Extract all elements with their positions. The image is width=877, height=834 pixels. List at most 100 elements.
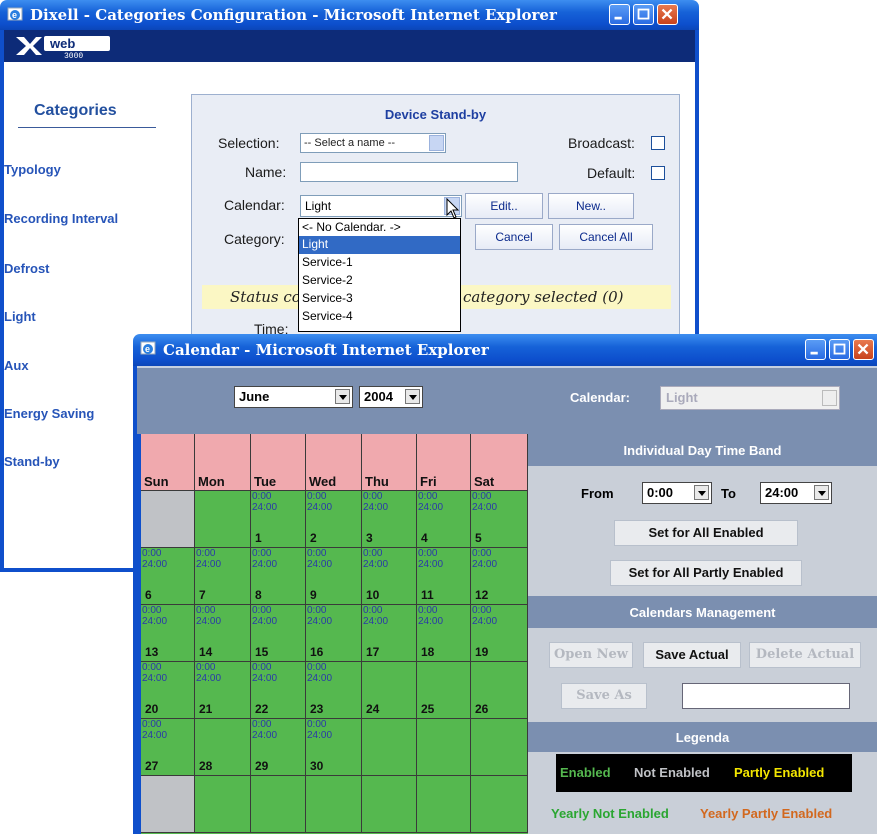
selection-label: Selection: [218, 135, 280, 151]
to-value: 24:00 [765, 485, 799, 500]
time-band-text: 0:00 24:00 [252, 719, 278, 741]
default-checkbox[interactable] [651, 166, 665, 180]
save-actual-button[interactable]: Save Actual [643, 642, 741, 668]
dropdown-option-selected[interactable]: Light [299, 236, 460, 254]
sidebar-item-defrost[interactable]: Defrost [4, 261, 50, 276]
day-header-label: Sat [474, 474, 495, 489]
mouse-pointer-icon [446, 198, 460, 219]
calendar-empty-cell [471, 719, 528, 776]
sidebar-item-recording-interval[interactable]: Recording Interval [4, 211, 118, 226]
day-number: 8 [255, 588, 262, 602]
maximize-button[interactable] [829, 339, 850, 360]
day-header-sat: Sat [471, 434, 528, 491]
new-button[interactable]: New.. [548, 193, 634, 219]
day-number: 10 [366, 588, 380, 602]
calendar-select[interactable]: Light [300, 195, 462, 217]
broadcast-checkbox[interactable] [651, 136, 665, 150]
day-number: 6 [145, 588, 152, 602]
cancel-button[interactable]: Cancel [475, 224, 553, 250]
time-band-text: 0:00 24:00 [418, 605, 444, 627]
save-as-input[interactable] [682, 683, 850, 709]
svg-text:3000: 3000 [64, 52, 83, 59]
close-button[interactable] [657, 4, 678, 25]
time-band-text: 0:00 24:00 [252, 548, 278, 570]
set-all-partly-enabled-button[interactable]: Set for All Partly Enabled [610, 560, 802, 586]
dropdown-option[interactable]: Service-4 [299, 308, 460, 326]
calendar-day-10[interactable]: 0:00 24:00 10 [362, 548, 417, 605]
calendar-day-1[interactable]: 0:00 24:00 1 [251, 491, 306, 548]
calendar-day-23[interactable]: 0:00 24:00 23 [306, 662, 362, 719]
calendar-empty-cell [195, 776, 251, 833]
day-number: 15 [255, 645, 269, 659]
calendar-select-disabled[interactable]: Light [660, 386, 840, 410]
day-number: 4 [421, 531, 428, 545]
minimize-button[interactable] [609, 4, 630, 25]
calendar-titlebar[interactable]: e Calendar - Microsoft Internet Explorer [133, 334, 877, 366]
calendar-day-25[interactable]: 25 [417, 662, 471, 719]
calendar-day-13[interactable]: 0:00 24:00 13 [141, 605, 195, 662]
from-select[interactable]: 0:00 [642, 482, 712, 504]
minimize-button[interactable] [805, 339, 826, 360]
status-text-right: category selected (0) [463, 288, 624, 306]
calendar-day-11[interactable]: 0:00 24:00 11 [417, 548, 471, 605]
cancel-all-button[interactable]: Cancel All [559, 224, 653, 250]
calendar-day-17[interactable]: 0:00 24:00 17 [362, 605, 417, 662]
calendar-day-21[interactable]: 0:00 24:00 21 [195, 662, 251, 719]
maximize-button[interactable] [633, 4, 654, 25]
calendar-day-3[interactable]: 0:00 24:00 3 [362, 491, 417, 548]
set-all-enabled-button[interactable]: Set for All Enabled [614, 520, 798, 546]
dropdown-option[interactable]: <- No Calendar. -> [299, 219, 460, 236]
form-section-title: Device Stand-by [384, 107, 487, 122]
sidebar-item-aux[interactable]: Aux [4, 358, 29, 373]
sidebar-item-light[interactable]: Light [4, 309, 36, 324]
sidebar-item-typology[interactable]: Typology [4, 162, 61, 177]
name-input[interactable] [300, 162, 518, 182]
edit-button[interactable]: Edit.. [465, 193, 543, 219]
calendar-day-18[interactable]: 0:00 24:00 18 [417, 605, 471, 662]
year-select[interactable]: 2004 [359, 386, 423, 408]
calendar-day-15[interactable]: 0:00 24:00 15 [251, 605, 306, 662]
calendar-day-4[interactable]: 0:00 24:00 4 [417, 491, 471, 548]
calendar-day-5[interactable]: 0:00 24:00 5 [471, 491, 528, 548]
day-number: 21 [199, 702, 213, 716]
calendar-day-19[interactable]: 0:00 24:00 19 [471, 605, 528, 662]
selection-select[interactable]: -- Select a name -- [300, 133, 446, 153]
calendar-day-9[interactable]: 0:00 24:00 9 [306, 548, 362, 605]
calendar-day-14[interactable]: 0:00 24:00 14 [195, 605, 251, 662]
calendar-day-22[interactable]: 0:00 24:00 22 [251, 662, 306, 719]
calendar-day-2[interactable]: 0:00 24:00 2 [306, 491, 362, 548]
default-label: Default: [587, 165, 636, 181]
calendar-day-30[interactable]: 0:00 24:00 30 [306, 719, 362, 776]
chevron-down-icon [429, 135, 444, 151]
dixell-titlebar[interactable]: e Dixell - Categories Configuration - Mi… [0, 0, 699, 30]
dropdown-option[interactable]: Service-2 [299, 272, 460, 290]
calendar-day-26[interactable]: 26 [471, 662, 528, 719]
calendar-day-6[interactable]: 0:00 24:00 6 [141, 548, 195, 605]
calendar-day-28[interactable]: 28 [195, 719, 251, 776]
delete-actual-button[interactable]: Delete Actual [749, 642, 861, 668]
calendar-empty-cell [417, 776, 471, 833]
calendar-day-24[interactable]: 24 [362, 662, 417, 719]
close-button[interactable] [853, 339, 874, 360]
calendar-day-12[interactable]: 0:00 24:00 12 [471, 548, 528, 605]
dropdown-option[interactable]: Service-1 [299, 254, 460, 272]
time-band-text: 0:00 24:00 [307, 719, 333, 741]
sidebar-item-energy-saving[interactable]: Energy Saving [4, 406, 94, 421]
calendar-day-20[interactable]: 0:00 24:00 20 [141, 662, 195, 719]
month-select[interactable]: June [234, 386, 353, 408]
sidebar-item-stand-by[interactable]: Stand-by [4, 454, 60, 469]
open-new-button[interactable]: Open New [549, 642, 633, 668]
legend-yearly-partly-enabled: Yearly Partly Enabled [700, 806, 833, 821]
to-select[interactable]: 24:00 [760, 482, 832, 504]
save-as-button[interactable]: Save As [561, 683, 647, 709]
calendar-day-7[interactable]: 0:00 24:00 7 [195, 548, 251, 605]
calendar-day-8[interactable]: 0:00 24:00 8 [251, 548, 306, 605]
day-header-mon: Mon [195, 434, 251, 491]
time-band-text: 0:00 24:00 [142, 548, 168, 570]
calendar-dropdown-list[interactable]: <- No Calendar. -> Light Service-1 Servi… [298, 218, 461, 332]
chevron-down-icon [822, 390, 837, 406]
dropdown-option[interactable]: Service-3 [299, 290, 460, 308]
calendar-day-29[interactable]: 0:00 24:00 29 [251, 719, 306, 776]
calendar-day-27[interactable]: 0:00 24:00 27 [141, 719, 195, 776]
calendar-day-16[interactable]: 0:00 24:00 16 [306, 605, 362, 662]
